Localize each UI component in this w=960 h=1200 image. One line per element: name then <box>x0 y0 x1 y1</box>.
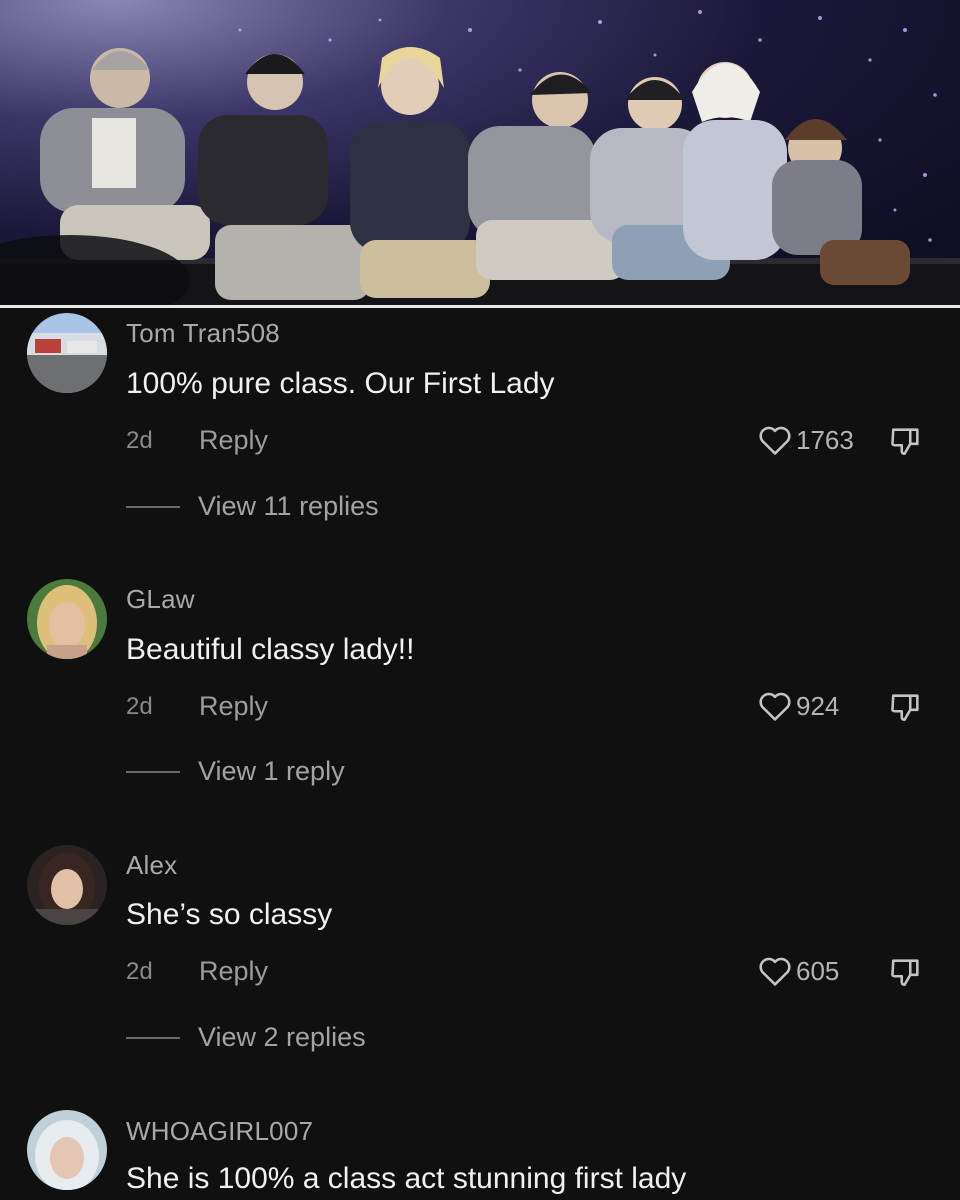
comment-timestamp: 2d <box>126 693 153 720</box>
like-button[interactable]: 924 <box>758 690 839 722</box>
thumbs-down-outline-icon <box>891 959 919 987</box>
header-photo <box>0 0 960 305</box>
like-count: 1763 <box>796 424 854 455</box>
reply-button[interactable]: Reply <box>199 425 268 456</box>
dislike-button[interactable] <box>889 955 923 994</box>
avatar[interactable] <box>27 313 107 393</box>
thumbs-down-outline-icon <box>891 428 919 456</box>
comment-username[interactable]: WHOAGIRL007 <box>126 1116 313 1147</box>
replies-divider <box>126 1037 180 1039</box>
dislike-button[interactable] <box>889 690 923 729</box>
comment-username[interactable]: GLaw <box>126 584 195 615</box>
comment-text: She’s so classy <box>126 898 333 931</box>
like-button[interactable]: 605 <box>758 955 839 987</box>
photo-divider <box>0 305 960 308</box>
comment-timestamp: 2d <box>126 958 153 985</box>
comment-timestamp: 2d <box>126 427 153 454</box>
dislike-button[interactable] <box>889 424 923 463</box>
heart-outline-icon <box>759 957 791 986</box>
concert-stage-photo <box>0 10 960 305</box>
comment-username[interactable]: Tom Tran508 <box>126 318 280 349</box>
reply-button[interactable]: Reply <box>199 691 268 722</box>
comment-text: 100% pure class. Our First Lady <box>126 367 555 400</box>
like-count: 605 <box>796 955 840 986</box>
heart-outline-icon <box>759 692 791 721</box>
view-replies-button[interactable]: View 1 reply <box>198 756 345 787</box>
comment-username[interactable]: Alex <box>126 850 177 881</box>
comment-text: She is 100% a class act stunning first l… <box>126 1162 687 1195</box>
view-replies-button[interactable]: View 11 replies <box>198 491 379 522</box>
avatar[interactable] <box>27 845 107 925</box>
view-replies-button[interactable]: View 2 replies <box>198 1022 366 1053</box>
reply-button[interactable]: Reply <box>199 956 268 987</box>
heart-outline-icon <box>759 426 791 455</box>
like-count: 924 <box>796 690 840 721</box>
replies-divider <box>126 506 180 508</box>
like-button[interactable]: 1763 <box>758 424 854 456</box>
thumbs-down-outline-icon <box>891 694 919 722</box>
avatar[interactable] <box>27 1110 107 1190</box>
comment-text: Beautiful classy lady!! <box>126 633 415 666</box>
replies-divider <box>126 771 180 773</box>
avatar[interactable] <box>27 579 107 659</box>
